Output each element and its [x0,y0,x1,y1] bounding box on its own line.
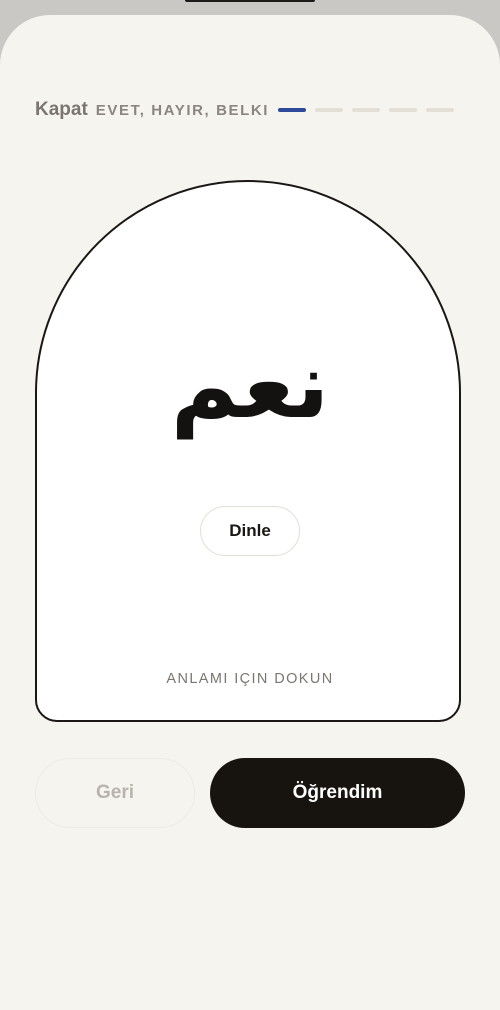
progress-segment-3 [352,108,381,112]
close-button[interactable]: Kapat [35,99,88,121]
progress-segment-2 [315,108,344,112]
device-notch [185,0,315,2]
flashcard[interactable] [35,180,461,722]
learned-button[interactable]: Öğrendim [210,758,465,828]
progress-indicator [278,108,455,112]
top-bar: Kapat EVET, HAYIR, BELKI [35,96,465,124]
progress-segment-4 [389,108,418,112]
deck-title: EVET, HAYIR, BELKI [95,101,270,119]
back-button[interactable]: Geri [35,758,195,828]
listen-button[interactable]: Dinle [200,506,300,556]
progress-segment-1 [278,108,307,112]
tap-for-meaning-hint: ANLAMI IÇIN DOKUN [166,671,334,687]
card-word: نعم [170,332,330,439]
progress-segment-5 [426,108,455,112]
